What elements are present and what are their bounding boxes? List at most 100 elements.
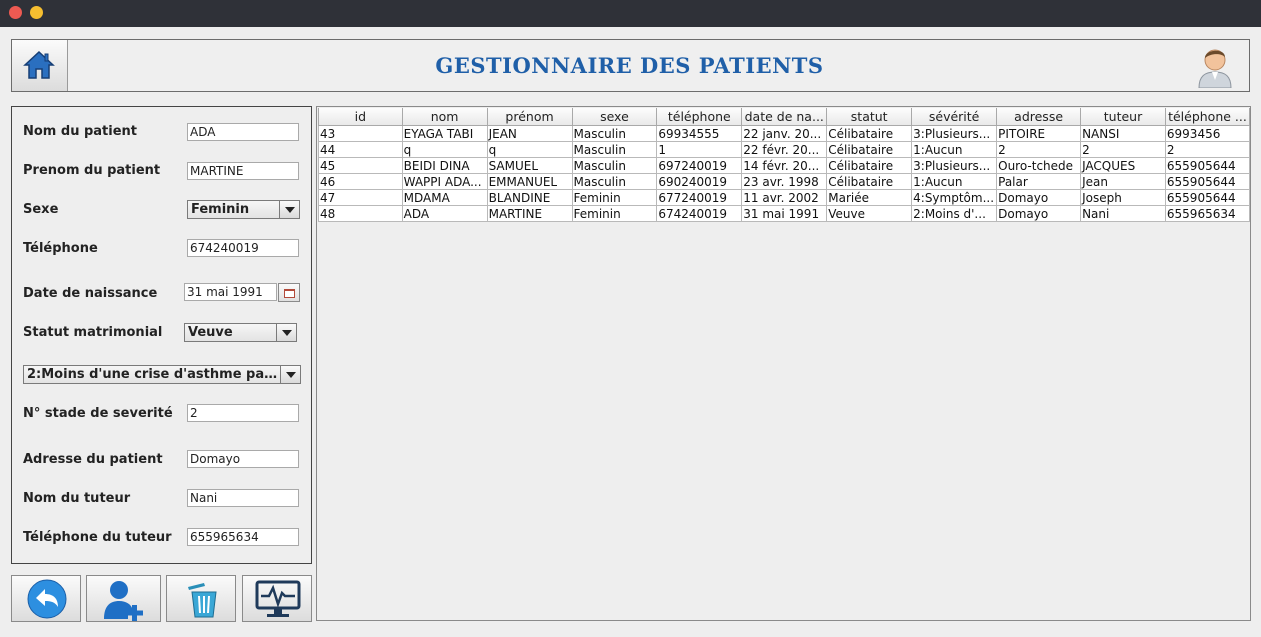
table-cell[interactable]: 3:Plusieurs... — [911, 125, 998, 142]
table-cell[interactable]: 655905644 — [1164, 173, 1250, 190]
table-cell[interactable]: Masculin — [571, 173, 658, 190]
table-cell[interactable]: JACQUES — [1080, 157, 1166, 174]
calendar-button[interactable] — [278, 283, 300, 302]
table-cell[interactable]: NANSI — [1080, 125, 1166, 142]
table-row[interactable]: 47 MDAMA BLANDINE Feminin 677240019 11 avr. 2… — [318, 189, 1250, 206]
table-cell[interactable]: EYAGA TABI — [401, 125, 488, 142]
chevron-down-icon[interactable] — [279, 201, 299, 218]
column-header[interactable]: tuteur — [1080, 108, 1166, 126]
minimize-window-button[interactable] — [30, 6, 43, 19]
table-cell[interactable]: 14 févr. 20... — [741, 157, 828, 174]
table-cell[interactable]: 22 févr. 20... — [741, 141, 828, 158]
table-row[interactable]: 48 ADA MARTINE Feminin 674240019 31 mai 1991 V… — [318, 205, 1250, 222]
table-cell[interactable]: 31 mai 1991 — [741, 205, 828, 222]
tel-tuteur-input[interactable]: 655965634 — [187, 528, 299, 546]
table-cell[interactable]: 677240019 — [656, 189, 743, 206]
table-cell[interactable]: 48 — [318, 205, 403, 222]
table-cell[interactable]: Feminin — [571, 205, 658, 222]
delete-button[interactable] — [166, 575, 236, 622]
severite-select[interactable]: 2:Moins d'une crise d'asthme par... — [23, 365, 301, 384]
table-cell[interactable]: 655905644 — [1164, 157, 1250, 174]
table-cell[interactable]: Domayo — [996, 189, 1082, 206]
column-header[interactable]: date de na... — [741, 108, 828, 126]
chevron-down-icon[interactable] — [280, 366, 300, 383]
table-cell[interactable]: 4:Symptôm... — [911, 189, 998, 206]
table-cell[interactable]: Masculin — [571, 157, 658, 174]
table-cell[interactable]: 69934555 — [656, 125, 743, 142]
table-cell[interactable]: Feminin — [571, 189, 658, 206]
sexe-select[interactable]: Feminin — [187, 200, 300, 219]
table-cell[interactable]: Nani — [1080, 205, 1166, 222]
table-row[interactable]: 45 BEIDI DINA SAMUEL Masculin 697240019 14 fé… — [318, 157, 1250, 174]
table-cell[interactable]: 45 — [318, 157, 403, 174]
table-cell[interactable]: 6993456 — [1164, 125, 1250, 142]
back-button[interactable] — [11, 575, 81, 622]
column-header[interactable]: sévérité — [911, 108, 998, 126]
chevron-down-icon[interactable] — [276, 324, 296, 341]
table-cell[interactable]: SAMUEL — [486, 157, 573, 174]
table-cell[interactable]: Masculin — [571, 125, 658, 142]
patients-table-panel[interactable]: id nom prénom sexe téléphone date de na... sta… — [316, 106, 1251, 621]
table-cell[interactable]: Masculin — [571, 141, 658, 158]
table-cell[interactable]: 1:Aucun — [911, 173, 998, 190]
table-cell[interactable]: EMMANUEL — [486, 173, 573, 190]
add-patient-button[interactable] — [86, 575, 161, 622]
column-header[interactable]: prénom — [486, 108, 573, 126]
table-cell[interactable]: WAPPI ADA... — [401, 173, 488, 190]
statut-select[interactable]: Veuve — [184, 323, 297, 342]
column-header[interactable]: téléphone — [656, 108, 743, 126]
column-header[interactable]: statut — [826, 108, 913, 126]
table-cell[interactable]: 2 — [1080, 141, 1166, 158]
table-cell[interactable]: ADA — [401, 205, 488, 222]
adresse-input[interactable]: Domayo — [187, 450, 299, 468]
table-row[interactable]: 43 EYAGA TABI JEAN Masculin 69934555 22 janv.… — [318, 125, 1250, 142]
table-cell[interactable]: 47 — [318, 189, 403, 206]
tuteur-input[interactable]: Nani — [187, 489, 299, 507]
prenom-input[interactable]: MARTINE — [187, 162, 299, 180]
column-header[interactable]: sexe — [571, 108, 658, 126]
table-cell[interactable]: 46 — [318, 173, 403, 190]
table-cell[interactable]: Ouro-tchede — [996, 157, 1082, 174]
table-cell[interactable]: 2 — [996, 141, 1082, 158]
table-cell[interactable]: BEIDI DINA — [401, 157, 488, 174]
column-header[interactable]: id — [318, 108, 403, 126]
monitor-button[interactable] — [242, 575, 312, 622]
table-cell[interactable]: Célibataire — [826, 141, 913, 158]
table-cell[interactable]: JEAN — [486, 125, 573, 142]
telephone-input[interactable]: 674240019 — [187, 239, 299, 257]
column-header[interactable]: adresse — [996, 108, 1082, 126]
naissance-input[interactable]: 31 mai 1991 — [184, 283, 277, 301]
table-cell[interactable]: BLANDINE — [486, 189, 573, 206]
table-cell[interactable]: 43 — [318, 125, 403, 142]
table-cell[interactable]: 655965634 — [1164, 205, 1250, 222]
column-header[interactable]: nom — [401, 108, 488, 126]
table-row[interactable]: 46 WAPPI ADA... EMMANUEL Masculin 690240019 2… — [318, 173, 1250, 190]
table-cell[interactable]: 697240019 — [656, 157, 743, 174]
stade-input[interactable]: 2 — [187, 404, 299, 422]
column-header[interactable]: téléphone ... — [1164, 108, 1250, 126]
table-cell[interactable]: MARTINE — [486, 205, 573, 222]
nom-input[interactable]: ADA — [187, 123, 299, 141]
close-window-button[interactable] — [9, 6, 22, 19]
table-cell[interactable]: 655905644 — [1164, 189, 1250, 206]
table-cell[interactable]: Domayo — [996, 205, 1082, 222]
table-cell[interactable]: 44 — [318, 141, 403, 158]
table-cell[interactable]: 23 avr. 1998 — [741, 173, 828, 190]
table-cell[interactable]: MDAMA — [401, 189, 488, 206]
table-cell[interactable]: 1 — [656, 141, 743, 158]
table-cell[interactable]: 11 avr. 2002 — [741, 189, 828, 206]
table-cell[interactable]: 3:Plusieurs... — [911, 157, 998, 174]
table-cell[interactable]: 22 janv. 20... — [741, 125, 828, 142]
table-cell[interactable]: PITOIRE — [996, 125, 1082, 142]
table-cell[interactable]: Joseph — [1080, 189, 1166, 206]
table-cell[interactable]: 2 — [1164, 141, 1250, 158]
table-cell[interactable]: Veuve — [826, 205, 913, 222]
table-cell[interactable]: Jean — [1080, 173, 1166, 190]
table-cell[interactable]: 690240019 — [656, 173, 743, 190]
table-cell[interactable]: Célibataire — [826, 157, 913, 174]
table-cell[interactable]: Palar — [996, 173, 1082, 190]
table-cell[interactable]: q — [486, 141, 573, 158]
home-button[interactable] — [12, 40, 68, 91]
table-cell[interactable]: Mariée — [826, 189, 913, 206]
table-cell[interactable]: q — [401, 141, 488, 158]
